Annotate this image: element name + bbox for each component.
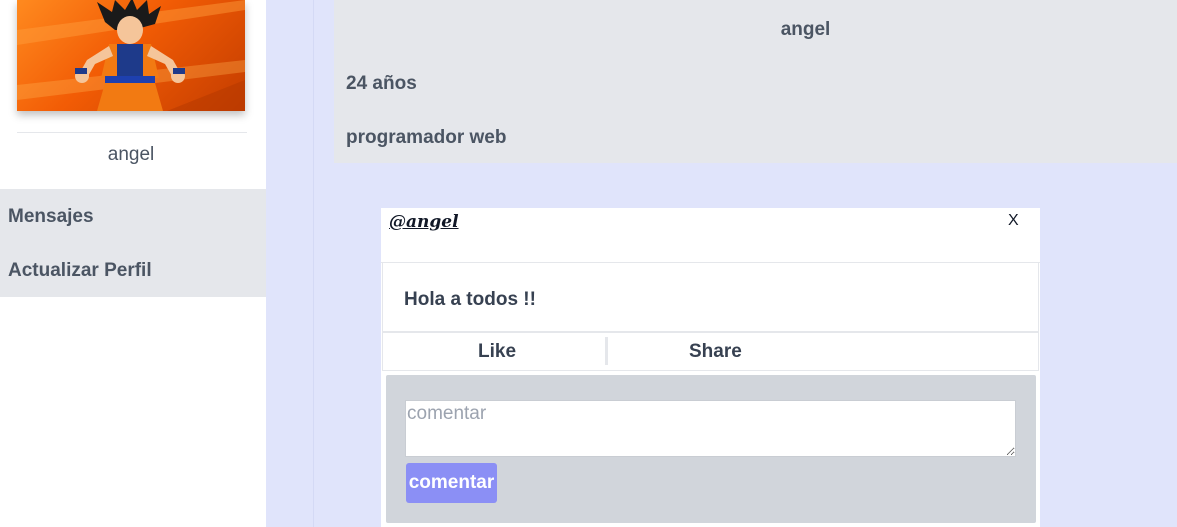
actions-divider [605,337,608,365]
post-body: Hola a todos !! [382,263,1039,333]
share-button[interactable]: Share [689,341,742,363]
profile-avatar [17,0,245,111]
post-header: @angel X [381,208,1040,263]
sidebar-item-actualizar-perfil[interactable]: Actualizar Perfil [0,243,266,297]
post-actions: Like Share [382,333,1039,371]
post-card: @angel X Hola a todos !! Like Share come… [381,208,1040,527]
sidebar-username: angel [107,144,155,165]
sidebar: angel Mensajes Actualizar Perfil [0,0,266,527]
main-divider [313,0,314,527]
sidebar-divider [17,132,247,133]
profile-card: angel 24 años programador web [334,0,1177,163]
profile-name: angel [780,19,831,40]
profile-occupation: programador web [346,127,507,148]
comment-input[interactable] [405,400,1016,457]
sidebar-item-mensajes[interactable]: Mensajes [0,189,266,243]
comment-section: comentar [386,375,1036,523]
profile-age: 24 años [346,73,417,94]
sidebar-menu: Mensajes Actualizar Perfil [0,189,266,297]
avatar-illustration [17,0,245,111]
comment-submit-button[interactable]: comentar [406,463,497,503]
post-author-link[interactable]: @angel [389,212,459,232]
close-icon[interactable]: X [1008,212,1019,230]
like-button[interactable]: Like [478,341,516,363]
post-text: Hola a todos !! [404,289,536,310]
